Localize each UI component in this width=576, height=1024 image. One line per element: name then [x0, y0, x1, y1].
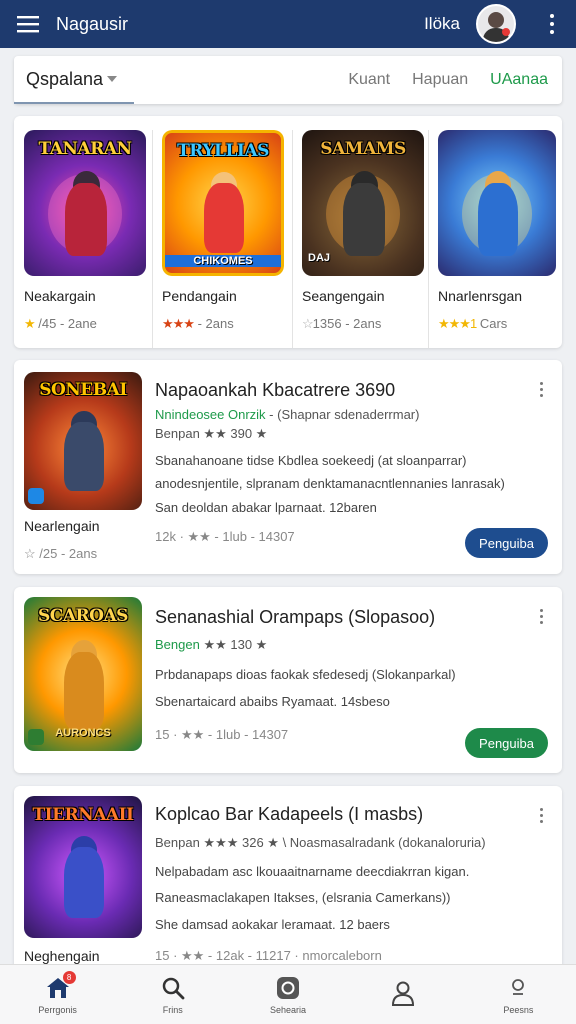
game-rating: Bengen ★★ 130 ★	[155, 637, 268, 652]
featured-item[interactable]: TRYLLIAS CHIKOMES Pendangain ★★★ - 2ans	[152, 116, 292, 348]
more-vert-icon[interactable]	[536, 808, 546, 823]
chevron-down-icon	[107, 76, 118, 82]
game-thumbnail: TANARAN	[24, 130, 146, 276]
category-dropdown-label: Qspalana	[26, 68, 104, 89]
game-meta: ★★★1 Cars	[438, 316, 508, 331]
game-list-card[interactable]: SCAROAS AURONCS Senanashial Orampaps (Sl…	[14, 587, 562, 773]
profile-icon	[505, 975, 531, 1001]
game-meta: ☆1356 - 2ans	[302, 316, 382, 331]
game-logo-text: TANARAN	[38, 138, 132, 159]
person-icon	[390, 980, 416, 1006]
nav-search[interactable]: Frins	[115, 965, 230, 1024]
user-name[interactable]: Ilöka	[424, 14, 460, 34]
tab-hapuan[interactable]: Hapuan	[412, 71, 468, 89]
game-list-card[interactable]: TIERNAAII Neghengain Koplcao Bar Kadapee…	[14, 786, 562, 976]
game-description: Nelpabadam asc lkouaaitnarname deecdiakr…	[155, 864, 470, 879]
nav-apps[interactable]: Sehearia	[230, 965, 345, 1024]
category-bar: Qspalana Kuant Hapuan UAanaa	[14, 56, 562, 104]
notification-badge: 8	[62, 970, 76, 984]
game-meta: ★★★ - 2ans	[162, 316, 234, 331]
game-thumbnail: SCAROAS AURONCS	[24, 597, 142, 751]
game-logo-text: SCAROAS	[38, 606, 128, 627]
game-thumbnail: TRYLLIAS CHIKOMES	[162, 130, 284, 276]
more-vert-icon[interactable]	[536, 382, 546, 397]
install-button[interactable]: Penguiba	[465, 728, 548, 758]
nav-profile[interactable]: Peesns	[461, 965, 576, 1024]
game-description: anodesnjentile, slpranam denktamanacntle…	[155, 476, 505, 491]
featured-item[interactable]: SAMAMS DAJ Seangengain ☆1356 - 2ans	[292, 116, 428, 348]
game-description: Raneasmaclakapen Itakses, (elsrania Came…	[155, 890, 451, 905]
game-logo-text: TIERNAAII	[32, 804, 134, 825]
game-rating: Benpan ★★★ 326 ★ \ Noasmasalradank (doka…	[155, 835, 486, 850]
search-icon	[160, 975, 186, 1001]
nav-label: Frins	[162, 1004, 183, 1015]
thumbnail-label: Neghengain	[24, 948, 100, 964]
game-logo-text: SONEBAI	[39, 380, 127, 401]
user-avatar[interactable]	[476, 4, 516, 44]
game-logo-text: TRYLLIAS	[177, 141, 269, 162]
tab-uaanaa[interactable]: UAanaa	[490, 71, 548, 89]
tab-kuant[interactable]: Kuant	[348, 71, 390, 89]
apps-icon	[275, 975, 301, 1001]
app-badge-icon	[28, 729, 44, 745]
nav-account[interactable]	[346, 965, 461, 1024]
game-name: Seangengain	[302, 288, 385, 304]
top-app-bar: Nagausir Ilöka	[0, 0, 576, 48]
featured-item[interactable]: TANARAN Neakargain ★ /45 - 2ane	[14, 116, 152, 348]
game-thumbnail	[438, 130, 556, 276]
game-thumbnail: SONEBAI	[24, 372, 142, 510]
game-description: Sbenartaicard abaibs Ryamaat. 14sbeso	[155, 694, 390, 709]
nav-label: Perrgonis	[38, 1004, 77, 1015]
game-subtitle: Nnindeosee Onrzik - (Shapnar sdenaderrma…	[155, 407, 420, 422]
game-logo-subtext: DAJ	[308, 252, 331, 265]
install-button[interactable]: Penguiba	[465, 528, 548, 558]
nav-home[interactable]: 8 Perrgonis	[0, 965, 115, 1024]
game-list-card[interactable]: SONEBAI Nearlengain ☆ /25 - 2ans Napaoan…	[14, 360, 562, 574]
game-description: She damsad aokakar leramaat. 12 baers	[155, 917, 390, 932]
game-description: San deoldan abakar lparnaat. 12baren	[155, 500, 377, 515]
game-title: Koplcao Bar Kadapeels (I masbs)	[155, 804, 424, 824]
app-title: Nagausir	[56, 13, 129, 34]
game-meta: ★ /45 - 2ane	[24, 316, 97, 331]
thumbnail-label: Nearlengain	[24, 518, 100, 534]
hamburger-menu-icon[interactable]	[0, 0, 56, 48]
game-title: Senanashial Orampaps (Slopasoo)	[155, 607, 436, 627]
game-name: Neakargain	[24, 288, 96, 304]
game-thumbnail: SAMAMS DAJ	[302, 130, 424, 276]
featured-carousel: TANARAN Neakargain ★ /45 - 2ane TRYLLIAS…	[14, 116, 562, 348]
game-title: Napaoankah Kbacatrere 3690	[155, 380, 396, 400]
bottom-navigation: 8 Perrgonis Frins Sehearia Peesns	[0, 964, 576, 1024]
game-name: Pendangain	[162, 288, 237, 304]
game-rating: Benpan ★★ 390 ★	[155, 426, 268, 441]
game-name: Nnarlenrsgan	[438, 288, 523, 304]
game-logo-subtext: CHIKOMES	[165, 255, 281, 267]
category-dropdown[interactable]: Qspalana	[14, 56, 134, 104]
thumbnail-meta: ☆ /25 - 2ans	[24, 546, 98, 561]
game-thumbnail: TIERNAAII	[24, 796, 142, 938]
featured-item[interactable]: Nnarlenrsgan ★★★1 Cars	[428, 116, 562, 348]
home-icon: 8	[45, 970, 76, 1001]
more-vert-icon[interactable]	[536, 0, 568, 48]
game-stats: 15 · ★★ - 12ak - 11217 · nmorcaleborn	[155, 948, 382, 963]
nav-label: Peesns	[503, 1004, 534, 1015]
game-logo-text: SAMAMS	[320, 138, 406, 159]
nav-label: Sehearia	[269, 1004, 307, 1015]
game-description: Prbdanapaps dioas faokak sfedesedj (Slok…	[155, 667, 456, 682]
app-badge-icon	[28, 488, 44, 504]
game-description: Sbanahanoane tidse Kbdlea soekeedj (at s…	[155, 453, 467, 468]
more-vert-icon[interactable]	[536, 609, 546, 624]
